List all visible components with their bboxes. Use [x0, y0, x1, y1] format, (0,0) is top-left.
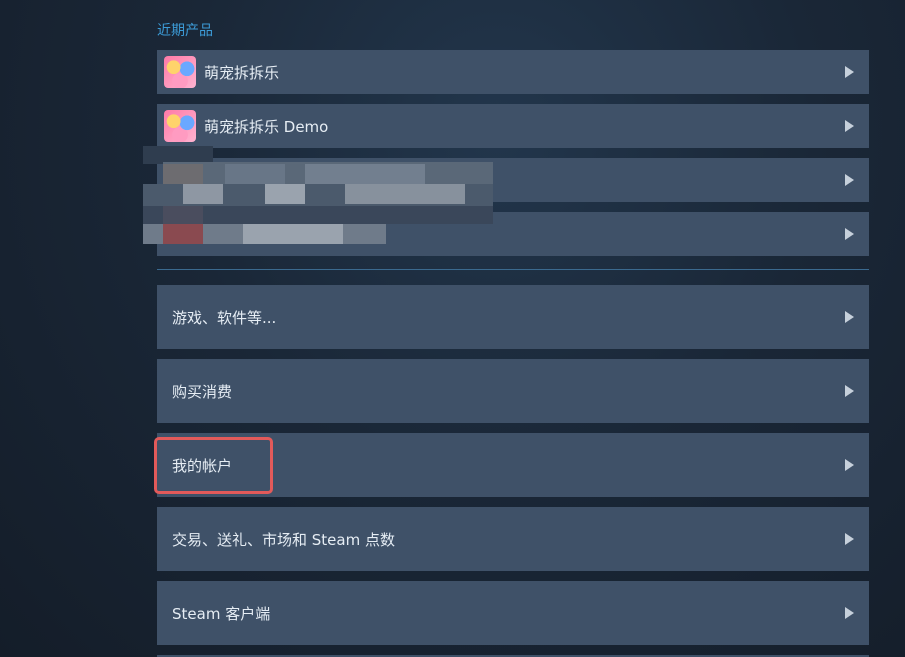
game-thumbnail [164, 110, 196, 142]
menu-item-label: Steam 客户端 [172, 605, 271, 623]
menu-item-steam-client[interactable]: Steam 客户端 [157, 581, 869, 645]
chevron-right-icon [845, 228, 854, 240]
recent-product-row[interactable]: 萌宠拆拆乐 [157, 50, 869, 94]
game-thumbnail [164, 56, 196, 88]
menu-item-trading-gifting[interactable]: 交易、送礼、市场和 Steam 点数 [157, 507, 869, 571]
menu-item-label: 我的帐户 [172, 457, 233, 475]
chevron-right-icon [845, 459, 854, 471]
recent-product-label: 萌宠拆拆乐 Demo [204, 118, 329, 136]
recent-products-heading: 近期产品 [157, 23, 213, 39]
chevron-right-icon [845, 120, 854, 132]
chevron-right-icon [845, 311, 854, 323]
section-divider [157, 269, 869, 270]
chevron-right-icon [845, 66, 854, 78]
chevron-right-icon [845, 385, 854, 397]
chevron-right-icon [845, 174, 854, 186]
recent-product-label: 萌宠拆拆乐 [204, 64, 280, 82]
chevron-right-icon [845, 533, 854, 545]
menu-item-games-software[interactable]: 游戏、软件等... [157, 285, 869, 349]
menu-item-label: 游戏、软件等... [172, 309, 277, 327]
menu-item-my-account[interactable]: 我的帐户 [157, 433, 869, 497]
support-page: 近期产品 萌宠拆拆乐 萌宠拆拆乐 Demo 游戏、软件等... 购买消费 我的帐… [0, 0, 905, 657]
chevron-right-icon [845, 607, 854, 619]
recent-product-row[interactable]: 萌宠拆拆乐 Demo [157, 104, 869, 148]
menu-item-label: 交易、送礼、市场和 Steam 点数 [172, 531, 395, 549]
menu-item-purchases[interactable]: 购买消费 [157, 359, 869, 423]
menu-item-label: 购买消费 [172, 383, 233, 401]
